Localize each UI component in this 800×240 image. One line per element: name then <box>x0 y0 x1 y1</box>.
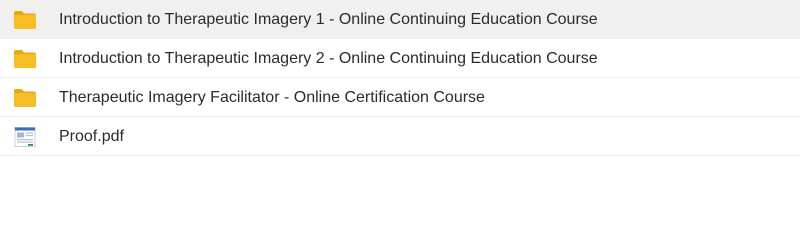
pdf-document-icon <box>14 127 36 147</box>
file-name: Introduction to Therapeutic Imagery 1 - … <box>59 11 598 28</box>
file-list: Introduction to Therapeutic Imagery 1 - … <box>0 0 800 156</box>
file-name: Introduction to Therapeutic Imagery 2 - … <box>59 50 598 67</box>
file-name: Proof.pdf <box>59 128 124 145</box>
folder-icon <box>14 11 36 29</box>
list-item-file[interactable]: Proof.pdf <box>0 117 800 156</box>
list-item-folder[interactable]: Introduction to Therapeutic Imagery 2 - … <box>0 39 800 78</box>
list-item-folder[interactable]: Introduction to Therapeutic Imagery 1 - … <box>0 0 800 39</box>
folder-icon <box>14 50 36 68</box>
list-item-folder[interactable]: Therapeutic Imagery Facilitator - Online… <box>0 78 800 117</box>
folder-icon <box>14 89 36 107</box>
file-name: Therapeutic Imagery Facilitator - Online… <box>59 89 485 106</box>
